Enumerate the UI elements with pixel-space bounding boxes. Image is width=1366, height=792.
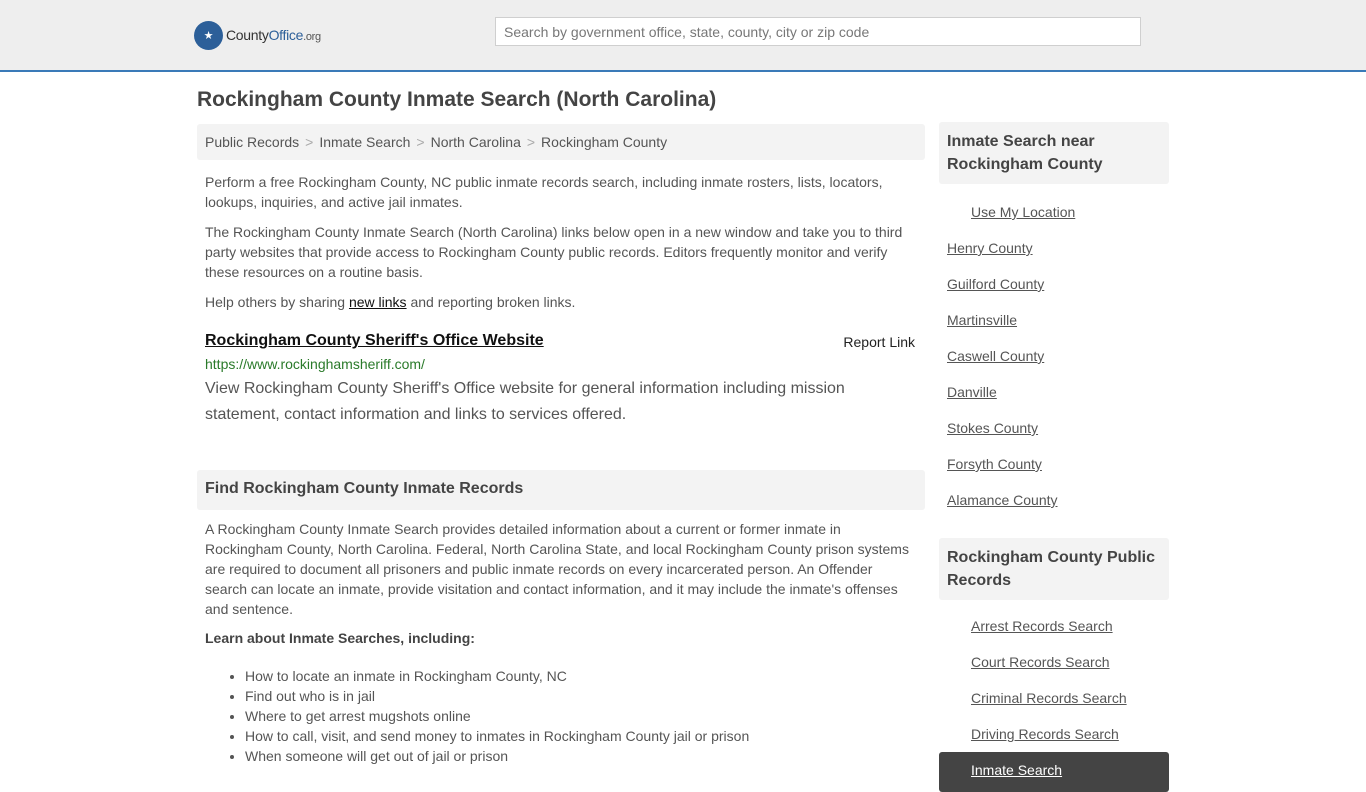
report-link[interactable]: Report Link — [843, 334, 915, 350]
intro: Perform a free Rockingham County, NC pub… — [197, 172, 925, 312]
list-item: Where to get arrest mugshots online — [245, 706, 925, 726]
breadcrumb: Public Records > Inmate Search > North Carol… — [197, 124, 925, 160]
breadcrumb-separator: > — [416, 134, 425, 150]
breadcrumb-item-inmate-search[interactable]: Inmate Search — [319, 134, 410, 150]
nearby-link-forsyth-county[interactable]: Forsyth County — [947, 456, 1042, 472]
logo-text: CountyOffice.org — [226, 27, 321, 43]
sidebar-heading-nearby: Inmate Search near Rockingham County — [939, 122, 1169, 184]
sidebar: Inmate Search near Rockingham County Use… — [939, 122, 1169, 792]
nearby-link-stokes-county[interactable]: Stokes County — [947, 420, 1038, 436]
driving-records-link[interactable]: Driving Records Search — [971, 726, 1119, 742]
list-item: Caswell County — [939, 338, 1169, 374]
list-item: How to call, visit, and send money to in… — [245, 726, 925, 746]
list-item: Find out who is in jail — [245, 686, 925, 706]
sidebar-item-inmate-search-active[interactable]: Inmate Search — [939, 752, 1169, 792]
result-title-link[interactable]: Rockingham County Sheriff's Office Websi… — [205, 332, 917, 350]
inmate-search-link[interactable]: Inmate Search — [971, 762, 1062, 778]
main-content: Public Records > Inmate Search > North Carol… — [197, 124, 925, 766]
criminal-records-link[interactable]: Criminal Records Search — [971, 690, 1127, 706]
intro-paragraph-2: The Rockingham County Inmate Search (Nor… — [205, 224, 903, 280]
breadcrumb-item-north-carolina[interactable]: North Carolina — [431, 134, 521, 150]
arrest-records-link[interactable]: Arrest Records Search — [971, 618, 1113, 634]
page-title: Rockingham County Inmate Search (North C… — [197, 88, 717, 111]
list-item: Arrest Records Search — [939, 608, 1169, 644]
seal-icon: ★ — [194, 20, 223, 50]
result-description: View Rockingham County Sheriff's Office … — [205, 380, 845, 423]
list-item: Criminal Records Search — [939, 680, 1169, 716]
site-logo[interactable]: ★ CountyOffice.org — [194, 20, 321, 50]
list-item: Danville — [939, 374, 1169, 410]
list-item: Use My Location — [939, 194, 1169, 230]
nearby-link-martinsville[interactable]: Martinsville — [947, 312, 1017, 328]
learn-heading: Learn about Inmate Searches, including: — [205, 630, 475, 646]
breadcrumb-item-public-records[interactable]: Public Records — [205, 134, 299, 150]
breadcrumb-separator: > — [305, 134, 314, 150]
list-item: Forsyth County — [939, 446, 1169, 482]
topics-list: How to locate an inmate in Rockingham Co… — [197, 666, 925, 766]
list-item: Stokes County — [939, 410, 1169, 446]
court-records-link[interactable]: Court Records Search — [971, 654, 1110, 670]
list-item: How to locate an inmate in Rockingham Co… — [245, 666, 925, 686]
result-url: https://www.rockinghamsheriff.com/ — [205, 356, 425, 372]
list-item: Guilford County — [939, 266, 1169, 302]
sidebar-heading-public-records: Rockingham County Public Records — [939, 538, 1169, 600]
section-body: A Rockingham County Inmate Search provid… — [205, 521, 909, 617]
list-item: Henry County — [939, 230, 1169, 266]
list-item: Martinsville — [939, 302, 1169, 338]
nearby-link-alamance-county[interactable]: Alamance County — [947, 492, 1058, 508]
nearby-link-henry-county[interactable]: Henry County — [947, 240, 1033, 256]
records-list: Arrest Records Search Court Records Sear… — [939, 608, 1169, 752]
result-item: Rockingham County Sheriff's Office Websi… — [197, 332, 925, 428]
list-item: Driving Records Search — [939, 716, 1169, 752]
nearby-list: Use My Location Henry County Guilford Co… — [939, 194, 1169, 518]
search-input[interactable] — [495, 17, 1141, 46]
use-my-location-link[interactable]: Use My Location — [971, 204, 1075, 220]
intro-paragraph-3: Help others by sharing new links and rep… — [205, 294, 576, 310]
breadcrumb-item-rockingham-county[interactable]: Rockingham County — [541, 134, 667, 150]
section-heading: Find Rockingham County Inmate Records — [197, 470, 925, 510]
nearby-link-guilford-county[interactable]: Guilford County — [947, 276, 1044, 292]
nearby-link-caswell-county[interactable]: Caswell County — [947, 348, 1044, 364]
list-item: When someone will get out of jail or pri… — [245, 746, 925, 766]
list-item: Alamance County — [939, 482, 1169, 518]
nearby-link-danville[interactable]: Danville — [947, 384, 997, 400]
site-header: ★ CountyOffice.org — [0, 0, 1366, 72]
breadcrumb-separator: > — [526, 134, 536, 150]
list-item: Court Records Search — [939, 644, 1169, 680]
intro-paragraph-1: Perform a free Rockingham County, NC pub… — [205, 174, 883, 210]
new-links-link[interactable]: new links — [349, 294, 407, 310]
